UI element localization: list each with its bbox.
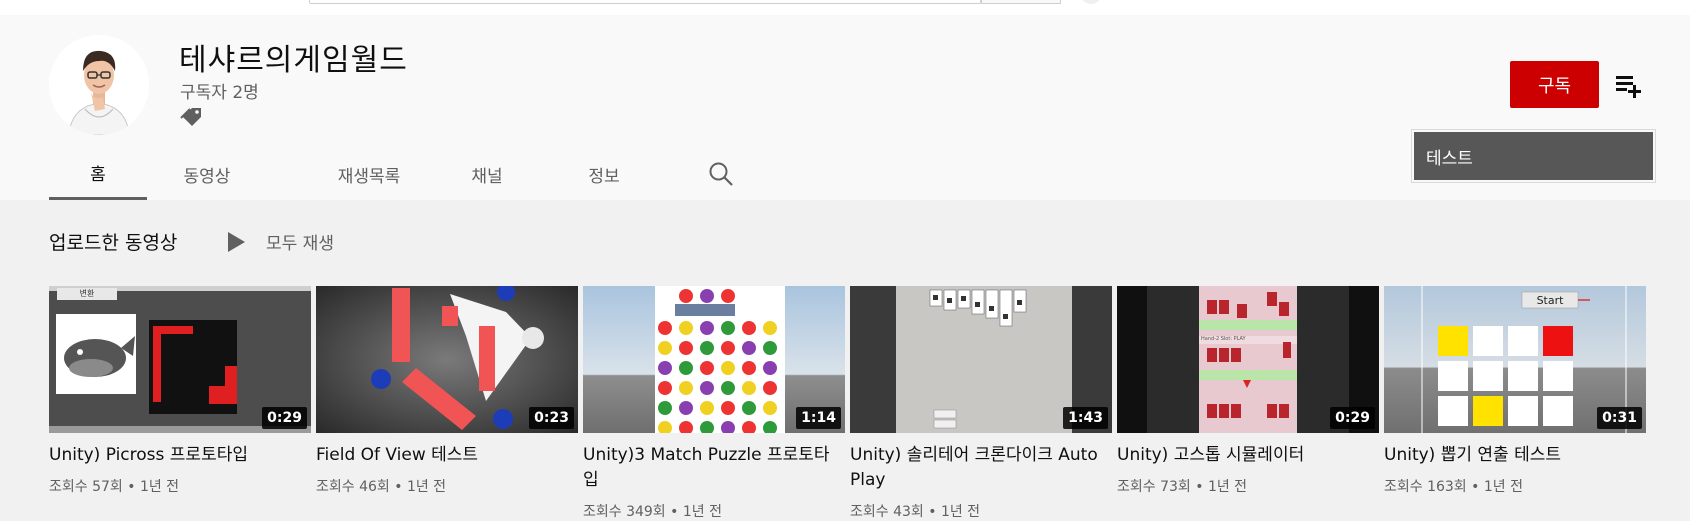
video-title[interactable]: Unity) 뽑기 연출 테스트 [1384, 443, 1646, 468]
video-thumbnail[interactable]: 0:23 [316, 286, 578, 433]
video-duration: 0:29 [1330, 407, 1375, 429]
video-card[interactable]: 1:14 Unity)3 Match Puzzle 프로토타입 조회수 349회… [583, 286, 845, 521]
video-thumbnail[interactable]: 1:43 [850, 286, 1112, 433]
subscriber-count: 구독자 2명 [180, 83, 259, 103]
play-icon [228, 231, 245, 252]
tab-videos[interactable]: 동영상 [171, 148, 243, 200]
tab-home[interactable]: 홈 [49, 148, 147, 200]
top-bar [0, 0, 1690, 15]
search-icon[interactable] [708, 161, 734, 187]
video-duration: 1:14 [796, 407, 841, 429]
video-title[interactable]: Unity)3 Match Puzzle 프로토타입 [583, 443, 845, 493]
video-thumbnail[interactable]: Hand-2 Slot: PLAY 0:29 [1117, 286, 1379, 433]
video-duration: 1:43 [1063, 407, 1108, 429]
tab-about[interactable]: 정보 [576, 148, 632, 200]
video-card[interactable]: Hand-2 Slot: PLAY 0:29 Unity) 고스톱 시뮬레이터 … [1117, 286, 1379, 496]
play-all-button[interactable]: 모두 재생 [226, 229, 334, 254]
video-title[interactable]: Unity) 솔리테어 크론다이크 Auto Play [850, 443, 1112, 493]
search-button[interactable] [981, 0, 1061, 4]
thumb-caption: Hand-2 Slot: PLAY [1201, 336, 1246, 342]
video-thumbnail[interactable]: Start 0:31 [1384, 286, 1646, 433]
video-title[interactable]: Unity) 고스톱 시뮬레이터 [1117, 443, 1379, 468]
channel-avatar[interactable] [49, 35, 149, 135]
video-meta: 조회수 349회 • 1년 전 [583, 504, 722, 520]
video-card[interactable]: 변환 0:29 Unity) Picross 프로토타입 조회수 57회 • 1… [49, 286, 311, 496]
thumb-start-label: Start [1536, 294, 1564, 307]
tab-playlists[interactable]: 재생목록 [317, 148, 421, 200]
channel-header: 테샤르의게임월드 구독자 2명 구독 테스트 홈 동영상 재생목록 채널 정보 [0, 15, 1690, 200]
video-card[interactable]: 1:43 Unity) 솔리테어 크론다이크 Auto Play 조회수 43회… [850, 286, 1112, 521]
tab-channels[interactable]: 채널 [459, 148, 515, 200]
channel-name: 테샤르의게임월드 [179, 43, 408, 78]
video-title[interactable]: Field Of View 테스트 [316, 443, 578, 468]
thumb-button-label: 변환 [57, 288, 117, 300]
video-duration: 0:31 [1597, 407, 1642, 429]
section-title: 업로드한 동영상 [49, 232, 178, 254]
tooltip: 테스트 [1412, 130, 1655, 182]
mic-icon[interactable] [1080, 0, 1102, 4]
video-duration: 0:29 [262, 407, 307, 429]
search-input[interactable] [309, 0, 981, 4]
video-meta: 조회수 57회 • 1년 전 [49, 479, 180, 495]
video-thumbnail[interactable]: 변환 0:29 [49, 286, 311, 433]
video-meta: 조회수 163회 • 1년 전 [1384, 479, 1523, 495]
video-card[interactable]: 0:23 Field Of View 테스트 조회수 46회 • 1년 전 [316, 286, 578, 496]
video-thumbnail[interactable]: 1:14 [583, 286, 845, 433]
video-title[interactable]: Unity) Picross 프로토타입 [49, 443, 311, 468]
video-duration: 0:23 [529, 407, 574, 429]
video-meta: 조회수 46회 • 1년 전 [316, 479, 447, 495]
tag-icon [180, 105, 204, 129]
subscribe-button[interactable]: 구독 [1510, 61, 1599, 108]
video-card[interactable]: Start 0:31 Unity) 뽑기 연출 테스트 조회수 163회 • 1… [1384, 286, 1646, 496]
playlist-add-icon[interactable] [1615, 71, 1643, 99]
play-all-label: 모두 재생 [266, 234, 334, 254]
video-meta: 조회수 73회 • 1년 전 [1117, 479, 1248, 495]
video-meta: 조회수 43회 • 1년 전 [850, 504, 981, 520]
